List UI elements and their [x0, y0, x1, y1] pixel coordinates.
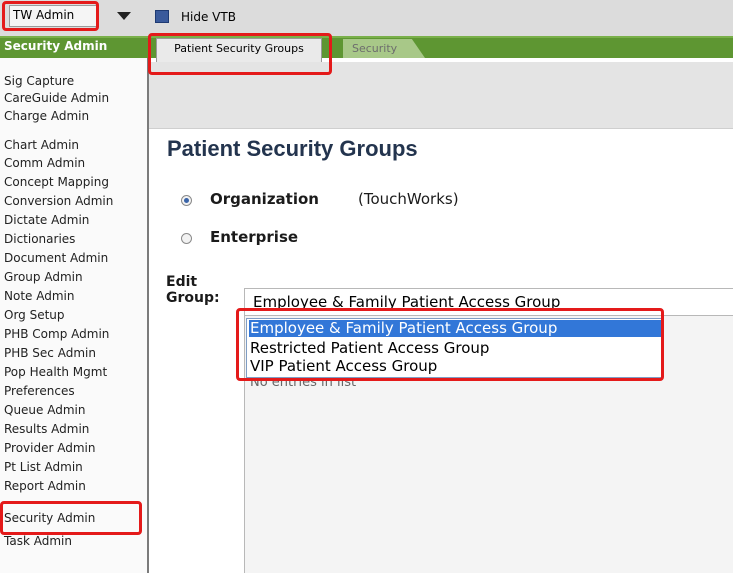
app-switcher-dropdown[interactable]: TW Admin: [9, 5, 99, 27]
sidebar-item-note-admin[interactable]: Note Admin: [4, 289, 74, 304]
top-toolbar: [0, 0, 733, 37]
sidebar-item-provider-admin[interactable]: Provider Admin: [4, 441, 95, 456]
tab-security[interactable]: Security: [343, 39, 425, 58]
sidebar: Sig Capture CareGuide Admin Charge Admin…: [0, 58, 149, 573]
sidebar-item-dictionaries[interactable]: Dictionaries: [4, 232, 75, 247]
save-disk-icon: [155, 10, 169, 23]
hide-vtb-label: Hide VTB: [181, 10, 236, 24]
sidebar-item-queue-admin[interactable]: Queue Admin: [4, 403, 85, 418]
edit-group-label-line2: Group:: [166, 290, 220, 306]
edit-group-label-line1: Edit: [166, 274, 198, 290]
organization-label[interactable]: Organization: [210, 190, 319, 208]
sidebar-item-chart-admin[interactable]: Chart Admin: [4, 138, 79, 153]
content-toolbar: [149, 62, 733, 129]
list-empty-text: No entries in list: [250, 380, 357, 388]
sidebar-item-task-admin[interactable]: Task Admin: [4, 534, 72, 549]
sidebar-item-report-admin[interactable]: Report Admin: [4, 479, 86, 494]
sidebar-item-preferences[interactable]: Preferences: [4, 384, 75, 399]
edit-group-label: Edit Group:: [166, 274, 220, 306]
sidebar-item-sig-capture[interactable]: Sig Capture: [4, 74, 74, 89]
sidebar-item-comm-admin[interactable]: Comm Admin: [4, 156, 85, 171]
enterprise-radio[interactable]: [181, 233, 192, 244]
group-option-restricted[interactable]: Restricted Patient Access Group: [250, 340, 489, 357]
page-title: Patient Security Groups: [167, 136, 418, 161]
sidebar-item-document-admin[interactable]: Document Admin: [4, 251, 108, 266]
sidebar-item-pop-health-mgmt[interactable]: Pop Health Mgmt: [4, 365, 107, 380]
sidebar-item-charge-admin[interactable]: Charge Admin: [4, 109, 89, 124]
group-select[interactable]: Employee & Family Patient Access Group: [244, 288, 733, 316]
group-option-vip[interactable]: VIP Patient Access Group: [250, 358, 437, 375]
group-dropdown-list: Employee & Family Patient Access Group R…: [246, 318, 663, 378]
group-option-employee-family[interactable]: Employee & Family Patient Access Group: [249, 320, 661, 337]
tab-patient-security-groups[interactable]: Patient Security Groups: [156, 38, 322, 62]
sidebar-item-group-admin[interactable]: Group Admin: [4, 270, 83, 285]
organization-radio[interactable]: [181, 195, 192, 206]
organization-name: (TouchWorks): [358, 190, 459, 208]
sidebar-item-security-admin[interactable]: Security Admin: [4, 511, 95, 526]
sidebar-item-concept-mapping[interactable]: Concept Mapping: [4, 175, 109, 190]
chevron-down-icon[interactable]: [117, 12, 131, 20]
sidebar-item-phb-comp-admin[interactable]: PHB Comp Admin: [4, 327, 109, 342]
sidebar-item-careguide-admin[interactable]: CareGuide Admin: [4, 91, 109, 106]
sidebar-item-pt-list-admin[interactable]: Pt List Admin: [4, 460, 83, 475]
sidebar-item-results-admin[interactable]: Results Admin: [4, 422, 89, 437]
module-title: Security Admin: [4, 39, 108, 53]
enterprise-label[interactable]: Enterprise: [210, 228, 298, 246]
sidebar-item-phb-sec-admin[interactable]: PHB Sec Admin: [4, 346, 96, 361]
sidebar-item-org-setup[interactable]: Org Setup: [4, 308, 65, 323]
sidebar-item-dictate-admin[interactable]: Dictate Admin: [4, 213, 89, 228]
hide-vtb-button[interactable]: Hide VTB: [155, 6, 236, 28]
sidebar-item-conversion-admin[interactable]: Conversion Admin: [4, 194, 113, 209]
